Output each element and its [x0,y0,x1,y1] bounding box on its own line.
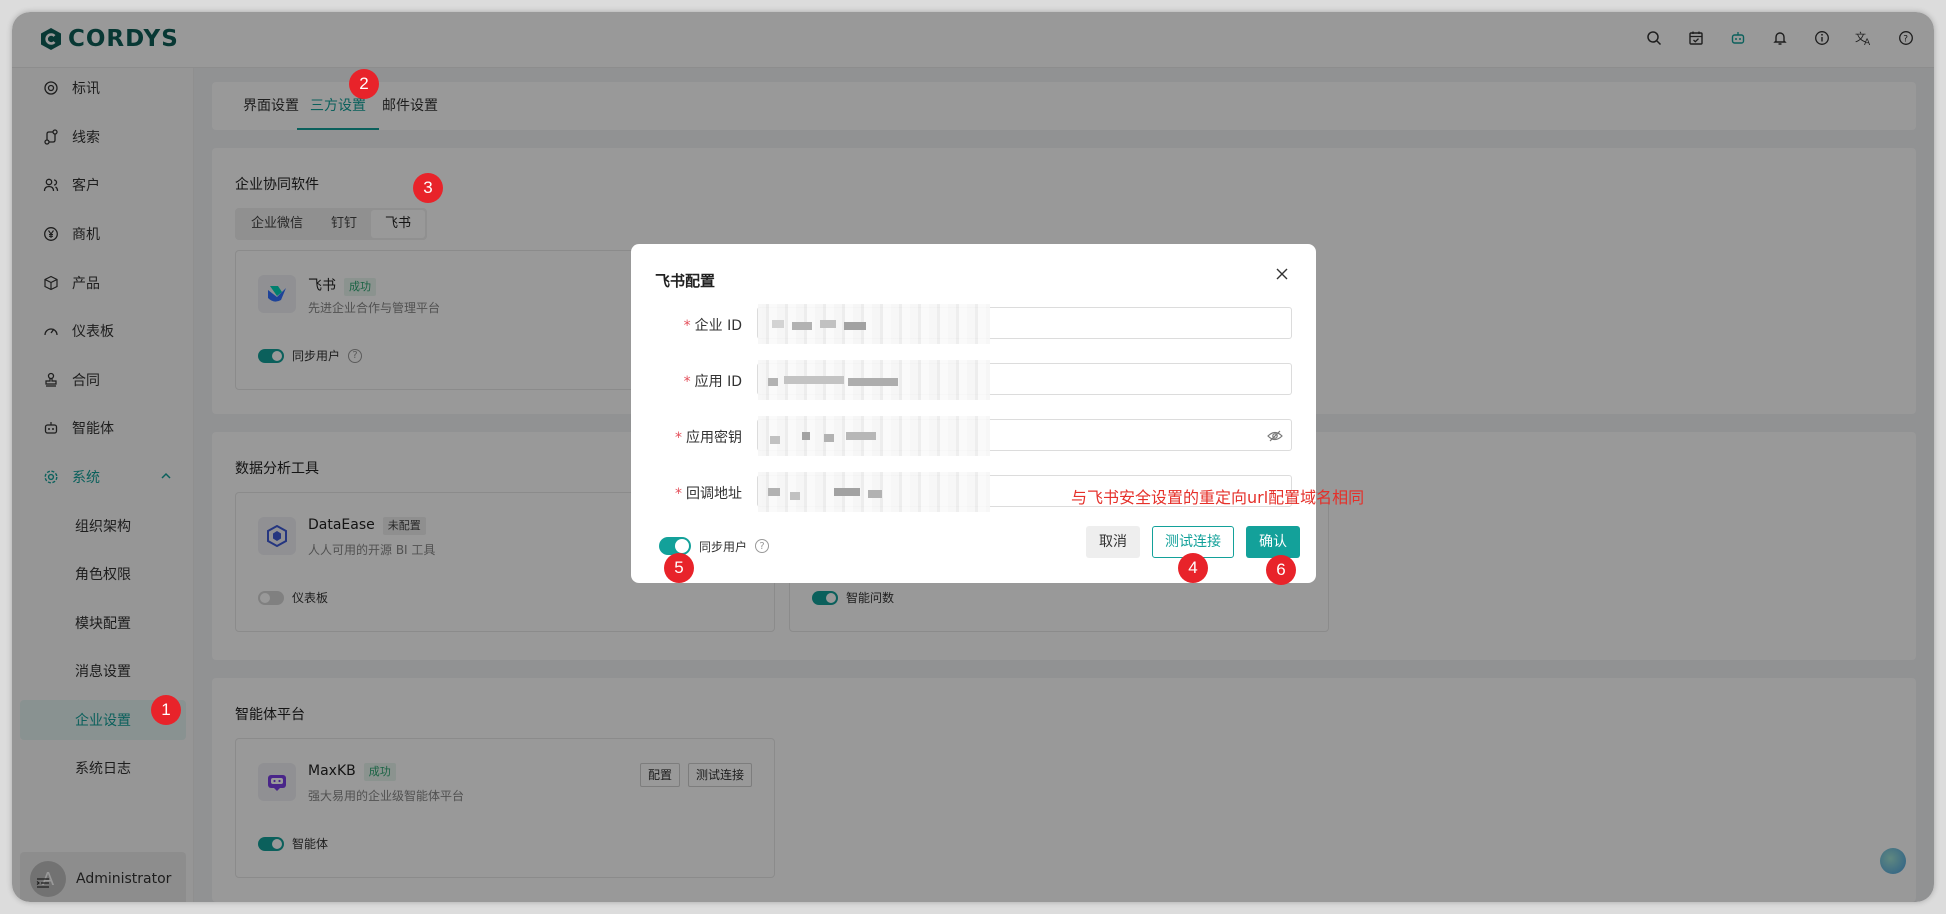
sync-users-toggle[interactable] [659,537,691,555]
redacted-value [758,472,990,512]
corp-id-input[interactable] [757,304,1292,344]
field-label: 应用 ID [694,374,742,390]
help-icon[interactable]: ? [755,539,770,553]
form-row-app-id: * 应用 ID [631,360,1316,400]
callback-annotation: 与飞书安全设置的重定向url配置域名相同 [1071,488,1365,507]
form-row-callback-url: * 回调地址 与飞书安全设置的重定向url配置域名相同 [631,472,1364,512]
step-marker: 5 [664,553,694,583]
cancel-button[interactable]: 取消 [1086,526,1140,558]
confirm-button[interactable]: 确认 [1246,526,1300,558]
field-label: 应用密钥 [686,430,742,446]
app-window: CORDYS 文A ? 标讯 线索 客户 商机 产品 仪表板 合同 智能体 系统… [12,12,1934,902]
app-id-input[interactable] [757,360,1292,400]
redacted-value [758,304,990,344]
toggle-label: 同步用户 [699,539,748,554]
field-label: 企业 ID [694,318,742,334]
dialog-title: 飞书配置 [655,272,716,290]
form-row-app-secret: * 应用密钥 [631,416,1316,456]
redacted-value [758,416,990,456]
step-marker: 4 [1178,553,1208,583]
field-label: 回调地址 [686,486,742,502]
form-row-corp-id: * 企业 ID [631,304,1316,344]
app-secret-input[interactable] [757,416,1292,456]
feishu-config-dialog: 飞书配置 * 企业 ID * 应用 ID * 应用密钥 * 回调地址 与飞书安全… [631,244,1364,583]
step-marker: 1 [151,695,181,725]
step-marker: 3 [413,173,443,203]
step-marker: 6 [1266,555,1296,585]
redacted-value [758,360,990,400]
eye-off-icon[interactable] [1267,428,1283,444]
step-marker: 2 [349,69,379,99]
callback-url-input[interactable]: 与飞书安全设置的重定向url配置域名相同 [757,472,1364,512]
close-icon[interactable] [1276,268,1288,280]
